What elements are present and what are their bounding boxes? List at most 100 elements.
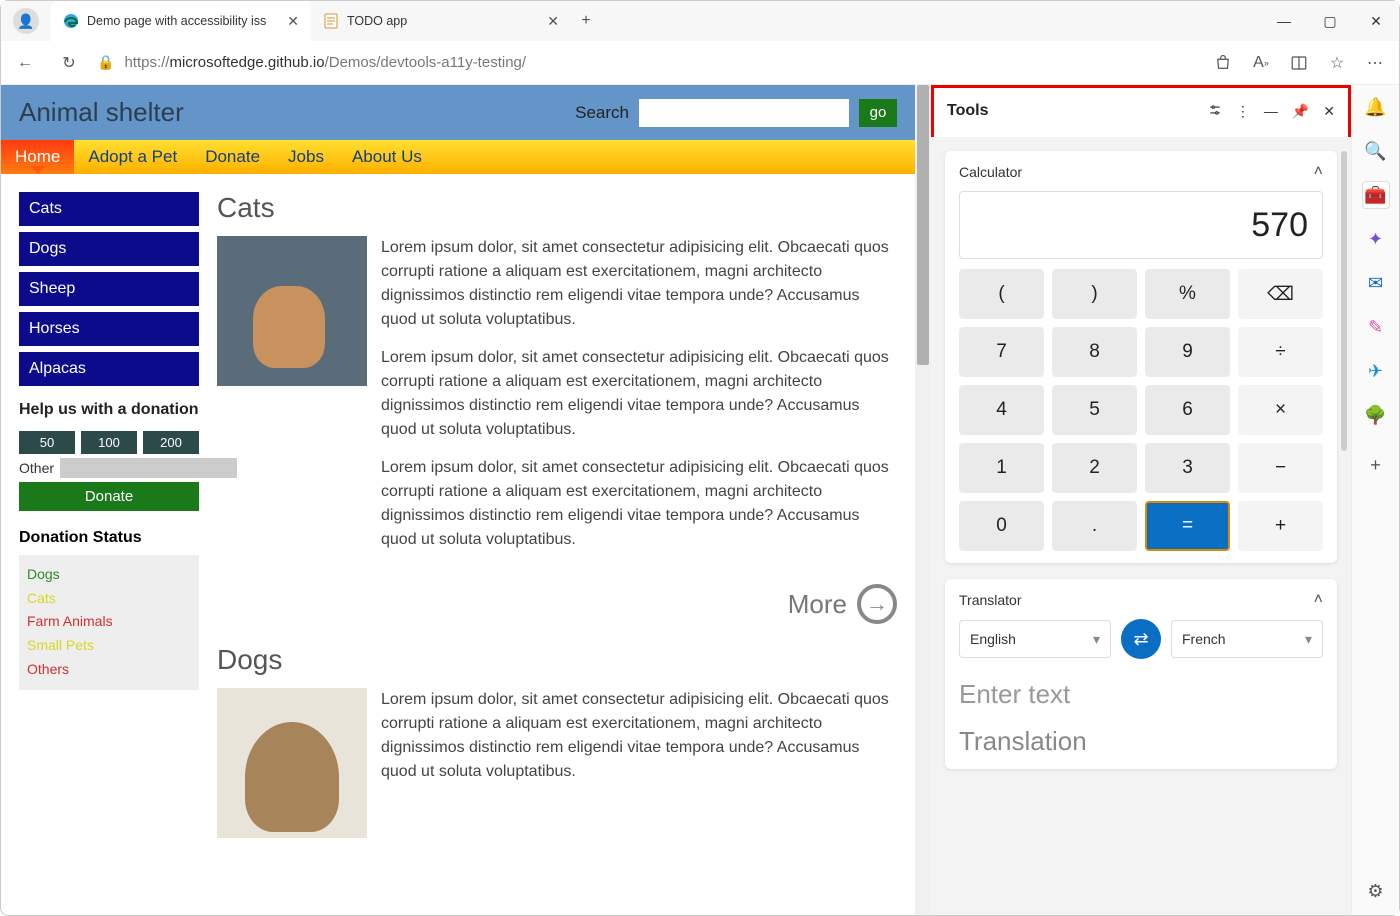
status-others[interactable]: Others xyxy=(27,658,191,682)
tools-sidebar: Tools ⋮ — 📌 ✕ xyxy=(931,85,1351,915)
page-header: Animal shelter Search go xyxy=(1,85,915,140)
reading-mode-icon[interactable] xyxy=(1283,47,1315,79)
sidebar-link-alpacas[interactable]: Alpacas xyxy=(19,352,199,386)
calc-key-equals[interactable]: = xyxy=(1145,501,1230,551)
close-icon[interactable]: ✕ xyxy=(287,13,299,30)
nav-home[interactable]: Home xyxy=(1,140,74,174)
calc-key-rparen[interactable]: ) xyxy=(1052,269,1137,319)
dogs-text: Lorem ipsum dolor, sit amet consectetur … xyxy=(381,688,897,838)
sidebar-link-dogs[interactable]: Dogs xyxy=(19,232,199,266)
close-window-button[interactable]: ✕ xyxy=(1353,1,1399,41)
sidebar-link-horses[interactable]: Horses xyxy=(19,312,199,346)
more-vertical-icon[interactable]: ⋮ xyxy=(1236,103,1250,120)
calc-key-6[interactable]: 6 xyxy=(1145,385,1230,435)
page-scrollbar[interactable] xyxy=(915,85,931,915)
calc-key-7[interactable]: 7 xyxy=(959,327,1044,377)
status-cats[interactable]: Cats xyxy=(27,587,191,611)
to-language-select[interactable]: French▾ xyxy=(1171,620,1323,658)
add-sidebar-icon[interactable]: + xyxy=(1362,451,1390,479)
tab-demo-page[interactable]: Demo page with accessibility iss ✕ xyxy=(51,1,311,41)
nav-adopt[interactable]: Adopt a Pet xyxy=(74,140,191,174)
close-tools-icon[interactable]: ✕ xyxy=(1323,103,1335,120)
note-favicon xyxy=(323,13,339,29)
search-icon[interactable]: 🔍 xyxy=(1362,137,1390,165)
donate-50[interactable]: 50 xyxy=(19,431,75,454)
shopping-icon[interactable] xyxy=(1207,47,1239,79)
calc-key-percent[interactable]: % xyxy=(1145,269,1230,319)
calc-key-1[interactable]: 1 xyxy=(959,443,1044,493)
settings-icon[interactable]: ⚙ xyxy=(1362,877,1390,905)
translator-card: Translator ˄ English▾ ⇄ French▾ xyxy=(945,579,1337,769)
tree-icon[interactable]: 🌳 xyxy=(1362,401,1390,429)
minimize-tools-icon[interactable]: — xyxy=(1264,103,1278,120)
donate-button[interactable]: Donate xyxy=(19,482,199,511)
edit-icon[interactable]: ✎ xyxy=(1362,313,1390,341)
pin-icon[interactable]: 📌 xyxy=(1292,103,1309,120)
titlebar: 👤 Demo page with accessibility iss ✕ TOD… xyxy=(1,1,1399,41)
send-icon[interactable]: ✈ xyxy=(1362,357,1390,385)
tools-title: Tools xyxy=(947,102,988,120)
calc-key-9[interactable]: 9 xyxy=(1145,327,1230,377)
profile-avatar[interactable]: 👤 xyxy=(13,8,39,34)
nav-jobs[interactable]: Jobs xyxy=(274,140,338,174)
new-tab-button[interactable]: + xyxy=(571,1,601,41)
tab-todo-app[interactable]: TODO app ✕ xyxy=(311,1,571,41)
lock-icon: 🔒 xyxy=(97,54,114,71)
calc-key-plus[interactable]: + xyxy=(1238,501,1323,551)
calc-key-backspace[interactable]: ⌫ xyxy=(1238,269,1323,319)
refresh-button[interactable]: ↻ xyxy=(53,47,85,79)
minimize-button[interactable]: — xyxy=(1261,1,1307,41)
outlook-icon[interactable]: ✉ xyxy=(1362,269,1390,297)
calc-key-4[interactable]: 4 xyxy=(959,385,1044,435)
donate-200[interactable]: 200 xyxy=(143,431,199,454)
back-button[interactable]: ← xyxy=(9,47,41,79)
calc-key-multiply[interactable]: × xyxy=(1238,385,1323,435)
more-link[interactable]: More xyxy=(217,584,897,624)
address-bar[interactable]: 🔒 https://microsoftedge.github.io/Demos/… xyxy=(97,54,1195,71)
translate-input[interactable]: Enter text xyxy=(959,673,1323,726)
calc-key-divide[interactable]: ÷ xyxy=(1238,327,1323,377)
calc-key-8[interactable]: 8 xyxy=(1052,327,1137,377)
settings-sliders-icon[interactable] xyxy=(1208,103,1222,120)
more-icon[interactable]: ⋯ xyxy=(1359,47,1391,79)
chevron-up-icon[interactable]: ˄ xyxy=(1314,591,1323,609)
calc-key-minus[interactable]: − xyxy=(1238,443,1323,493)
sidebar-link-sheep[interactable]: Sheep xyxy=(19,272,199,306)
search-input[interactable] xyxy=(639,99,849,127)
edge-favicon xyxy=(63,13,79,29)
tools-icon[interactable]: 🧰 xyxy=(1362,181,1390,209)
favorite-icon[interactable]: ☆ xyxy=(1321,47,1353,79)
sidebar-link-cats[interactable]: Cats xyxy=(19,192,199,226)
read-aloud-icon[interactable]: A» xyxy=(1245,47,1277,79)
calculator-card: Calculator ˄ 570 ( ) % ⌫ 7 8 9 ÷ xyxy=(945,151,1337,563)
tools-scrollbar[interactable] xyxy=(1341,151,1347,451)
calc-key-lparen[interactable]: ( xyxy=(959,269,1044,319)
other-amount-input[interactable] xyxy=(60,458,237,478)
donate-100[interactable]: 100 xyxy=(81,431,137,454)
other-label: Other xyxy=(19,460,54,476)
nav-donate[interactable]: Donate xyxy=(191,140,274,174)
swap-languages-button[interactable]: ⇄ xyxy=(1121,619,1161,659)
main-nav: Home Adopt a Pet Donate Jobs About Us xyxy=(1,140,915,174)
page-viewport: Animal shelter Search go Home Adopt a Pe… xyxy=(1,85,915,915)
from-language-select[interactable]: English▾ xyxy=(959,620,1111,658)
calc-key-2[interactable]: 2 xyxy=(1052,443,1137,493)
calc-key-dot[interactable]: . xyxy=(1052,501,1137,551)
status-farm[interactable]: Farm Animals xyxy=(27,610,191,634)
chevron-up-icon[interactable]: ˄ xyxy=(1314,163,1323,181)
close-icon[interactable]: ✕ xyxy=(547,13,559,30)
scrollbar-thumb[interactable] xyxy=(917,85,929,365)
edge-sidebar: 🔔 🔍 🧰 ✦ ✉ ✎ ✈ 🌳 + ⚙ xyxy=(1351,85,1399,915)
chevron-down-icon: ▾ xyxy=(1305,631,1312,648)
status-dogs[interactable]: Dogs xyxy=(27,563,191,587)
notifications-icon[interactable]: 🔔 xyxy=(1362,93,1390,121)
maximize-button[interactable]: ▢ xyxy=(1307,1,1353,41)
status-small[interactable]: Small Pets xyxy=(27,634,191,658)
copilot-icon[interactable]: ✦ xyxy=(1362,225,1390,253)
go-button[interactable]: go xyxy=(859,99,897,127)
calc-key-0[interactable]: 0 xyxy=(959,501,1044,551)
calc-key-5[interactable]: 5 xyxy=(1052,385,1137,435)
nav-about[interactable]: About Us xyxy=(338,140,436,174)
main-content: Cats Lorem ipsum dolor, sit amet consect… xyxy=(217,192,897,856)
calc-key-3[interactable]: 3 xyxy=(1145,443,1230,493)
